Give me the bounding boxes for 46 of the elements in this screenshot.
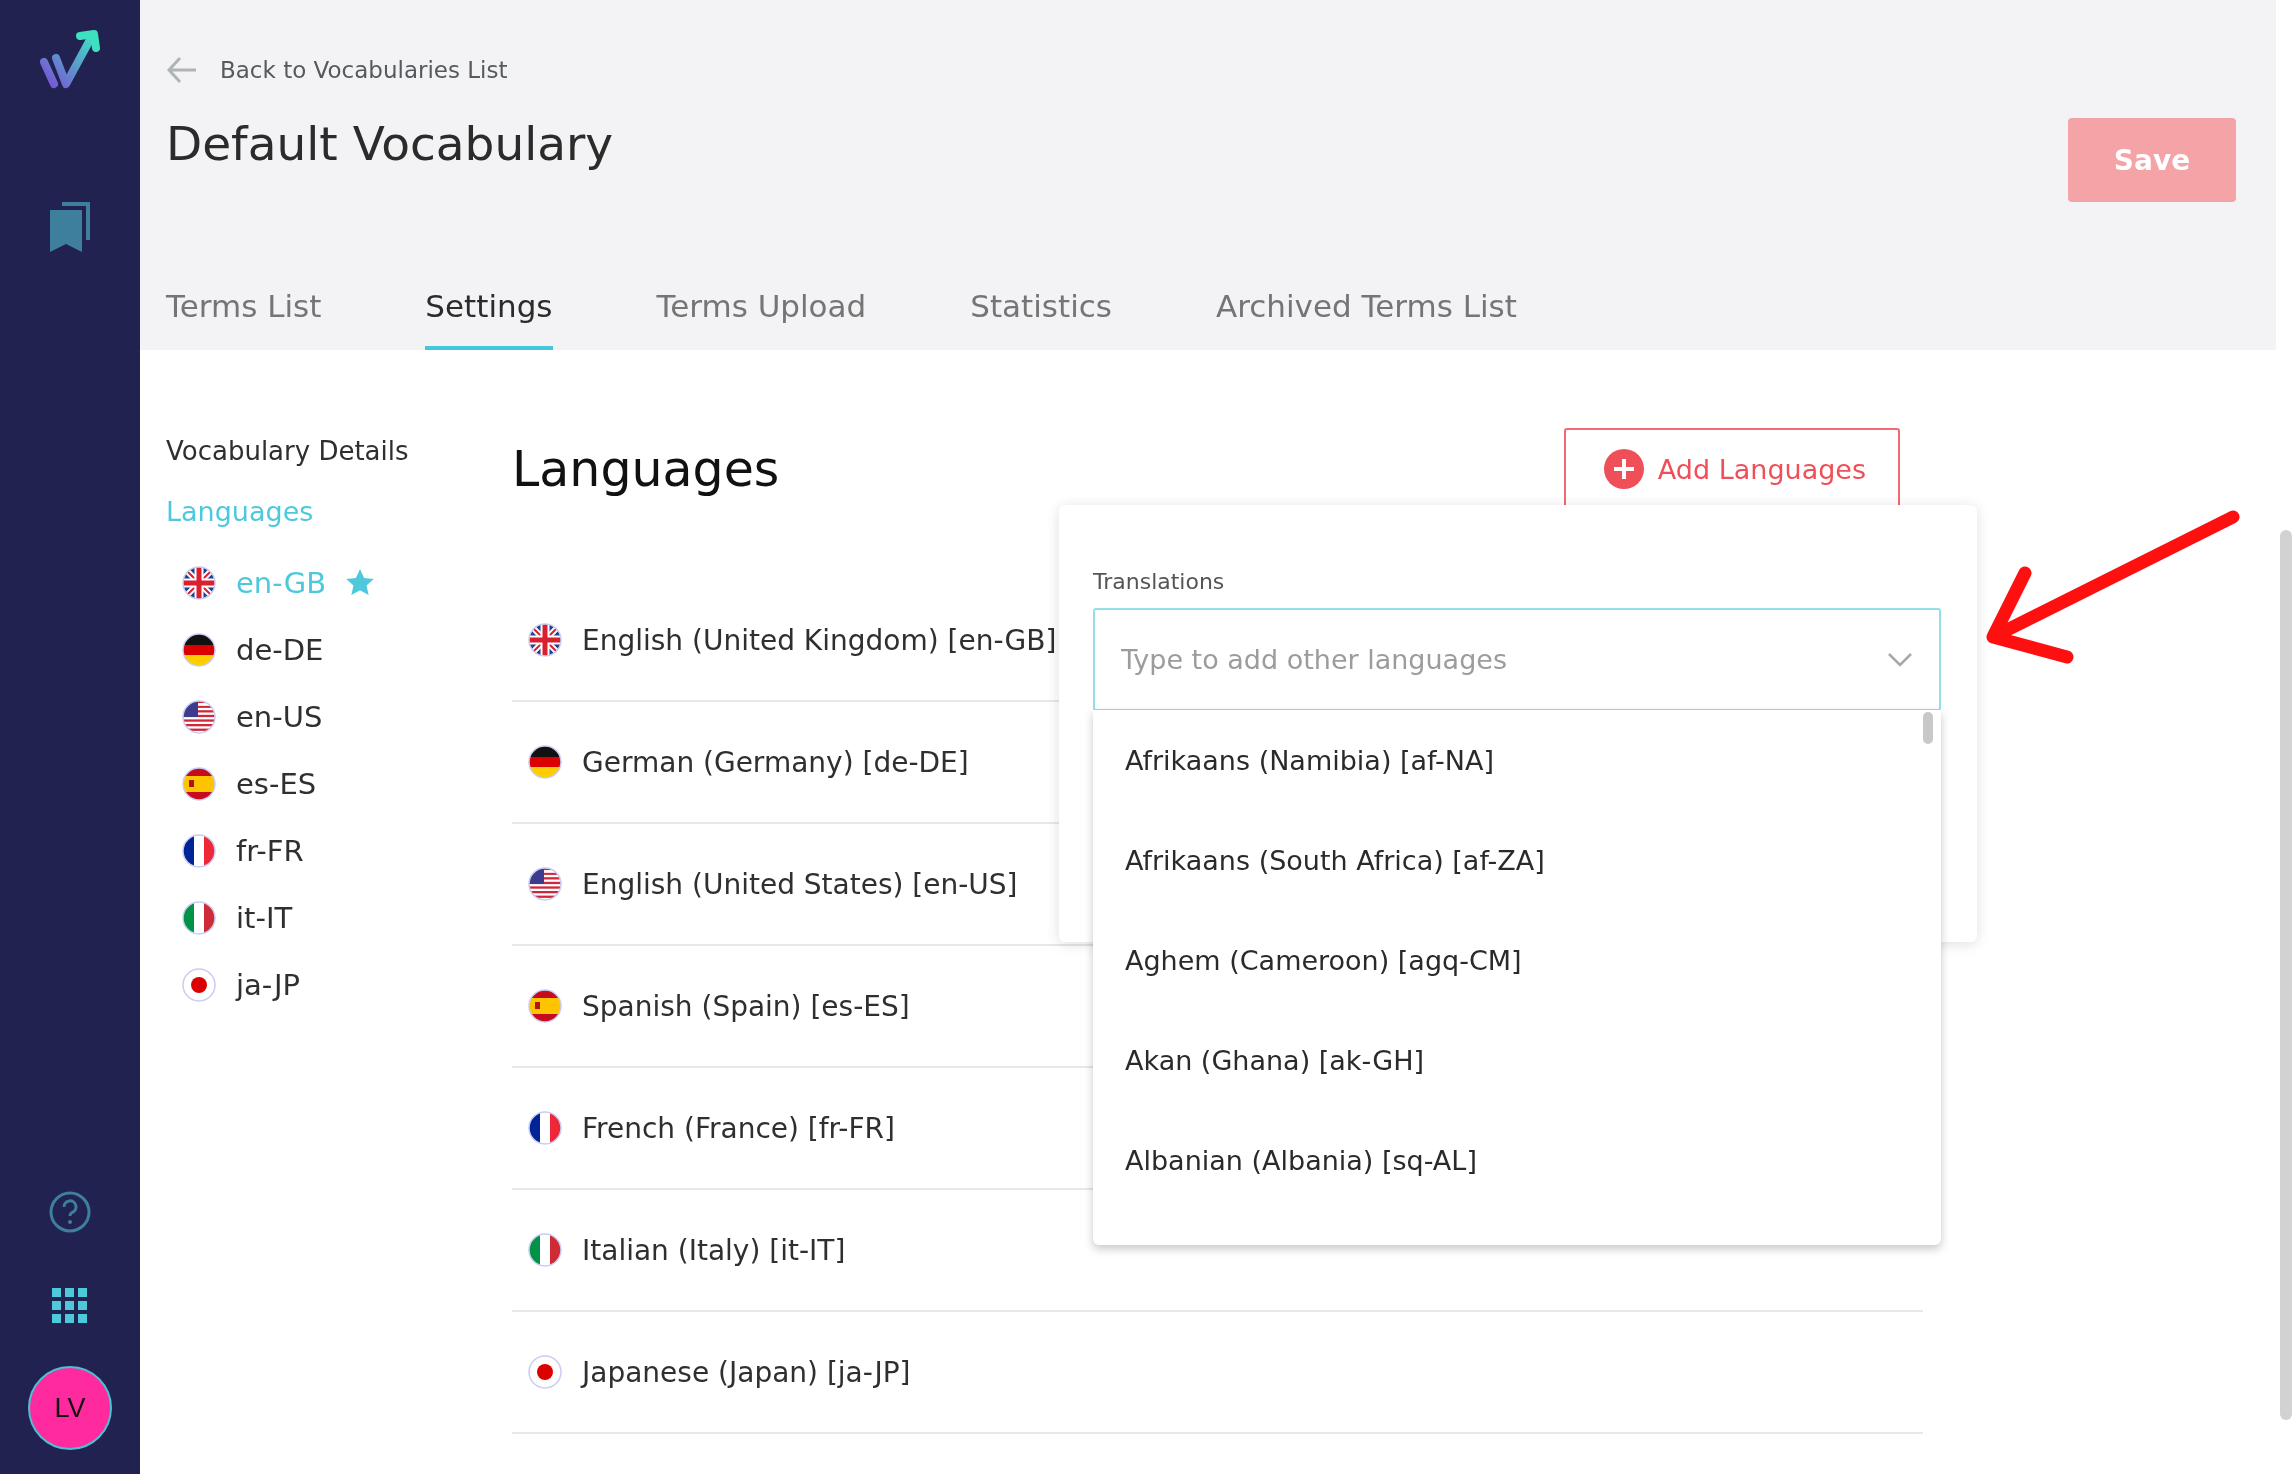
scrollbar-thumb[interactable] [1923,712,1933,744]
page-title: Default Vocabulary [166,116,614,171]
language-search-field[interactable]: Type to add other languages [1093,608,1941,711]
section-heading: Languages [512,440,780,498]
language-name: German (Germany) [de-DE] [582,745,969,779]
language-code: fr-FR [236,833,304,868]
language-name: Italian (Italy) [it-IT] [582,1233,846,1267]
bookmark-icon[interactable] [48,202,92,252]
language-code: en-GB [236,565,327,600]
dropdown-option[interactable]: Akan (Ghana) [ak-GH] [1093,1010,1941,1110]
language-nav-item[interactable]: de-DE [166,616,512,683]
tab[interactable]: Settings [425,288,553,350]
language-code: it-IT [236,900,293,935]
language-code: es-ES [236,766,317,801]
language-nav-item[interactable]: fr-FR [166,817,512,884]
back-link-text[interactable]: Back to Vocabularies List [220,57,508,83]
dropdown-option[interactable]: Albanian (Albania) [sq-AL] [1093,1110,1941,1210]
user-avatar[interactable]: LV [28,1366,112,1450]
language-code: ja-JP [236,967,300,1002]
help-icon[interactable] [48,1190,92,1234]
language-nav-item[interactable]: ja-JP [166,951,512,1018]
tab[interactable]: Archived Terms List [1216,288,1517,350]
language-name: English (United States) [en-US] [582,867,1018,901]
language-nav-item[interactable]: en-US [166,683,512,750]
language-name: Japanese (Japan) [ja-JP] [582,1355,911,1389]
dropdown-option[interactable]: Aghem (Cameroon) [agq-CM] [1093,910,1941,1010]
field-label: Translations [1093,569,1226,594]
page-scrollbar[interactable] [2280,530,2292,1420]
side-nav-link[interactable]: Vocabulary Details [166,436,512,466]
language-code: en-US [236,699,323,734]
tab[interactable]: Terms Upload [656,288,867,350]
language-nav-item[interactable]: it-IT [166,884,512,951]
back-link[interactable]: Back to Vocabularies List [166,56,508,84]
tab[interactable]: Statistics [970,288,1112,350]
language-code: de-DE [236,632,324,667]
plus-circle-icon [1603,449,1644,489]
language-name: Spanish (Spain) [es-ES] [582,989,910,1023]
apps-grid-icon[interactable] [52,1288,88,1324]
language-name: English (United Kingdom) [en-GB] [582,623,1057,657]
language-nav-item[interactable]: es-ES [166,750,512,817]
dropdown-option[interactable]: Afrikaans (South Africa) [af-ZA] [1093,810,1941,910]
dropdown-option[interactable]: Afrikaans (Namibia) [af-NA] [1093,710,1941,810]
back-arrow-icon [166,56,198,84]
tab[interactable]: Terms List [166,288,322,350]
language-name: French (France) [fr-FR] [582,1111,895,1145]
chevron-down-icon[interactable] [1887,652,1913,668]
